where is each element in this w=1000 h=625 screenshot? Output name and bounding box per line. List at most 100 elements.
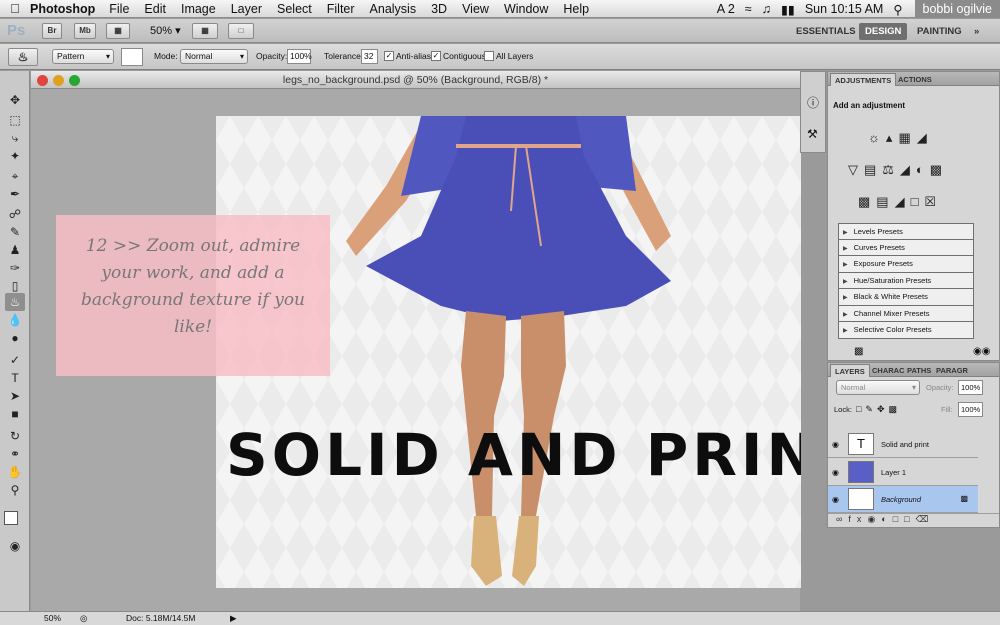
tab-paragraph[interactable]: PARAGR — [932, 364, 972, 377]
preset-exposure[interactable]: Exposure Presets — [838, 256, 974, 273]
tab-actions[interactable]: ACTIONS — [894, 73, 936, 86]
move-tool-icon[interactable]: ✥ — [5, 91, 25, 109]
workspace-design[interactable]: DESIGN — [859, 23, 908, 40]
history-brush-tool-icon[interactable]: ✑ — [5, 259, 25, 277]
blur-tool-icon[interactable]: 💧 — [5, 311, 25, 329]
layer-opacity-field[interactable]: 100% — [958, 380, 983, 395]
opacity-field[interactable]: 100% — [287, 49, 312, 64]
menu-user[interactable]: bobbi ogilvie — [914, 0, 1000, 18]
crop-tool-icon[interactable]: ⌖ — [5, 167, 25, 185]
mini-bridge-button[interactable]: Mb — [74, 23, 96, 39]
tolerance-field[interactable]: 32 — [361, 49, 378, 64]
clip-to-layer-icon[interactable]: ▩ — [854, 346, 863, 357]
visibility-eye-icon[interactable]: ◉ — [832, 468, 839, 477]
layer-style-icon[interactable]: fx — [848, 514, 867, 524]
preset-hue-saturation[interactable]: Hue/Saturation Presets — [838, 272, 974, 289]
mode-select[interactable]: Normal — [180, 49, 248, 64]
quick-mask-icon[interactable]: ◉ — [5, 537, 25, 555]
apple-icon[interactable]:  — [0, 1, 30, 16]
preset-black-white[interactable]: Black & White Presets — [838, 289, 974, 306]
3d-rotate-tool-icon[interactable]: ↻ — [5, 427, 25, 445]
path-selection-tool-icon[interactable]: ➤ — [5, 387, 25, 405]
contiguous-checkbox[interactable]: ✓ — [431, 51, 441, 61]
new-layer-icon[interactable]: □ — [904, 514, 915, 524]
magic-wand-tool-icon[interactable]: ✦ — [5, 147, 25, 165]
minimize-window-icon[interactable] — [53, 75, 64, 86]
shape-tool-icon[interactable]: ■ — [5, 405, 25, 423]
battery-icon[interactable]: ▮▮ — [781, 2, 795, 17]
preset-levels[interactable]: Levels Presets — [838, 223, 974, 240]
menu-edit[interactable]: Edit — [144, 2, 166, 16]
bridge-button[interactable]: Br — [42, 23, 62, 39]
document-title-bar[interactable]: legs_no_background.psd @ 50% (Background… — [31, 71, 800, 89]
screen-mode-button[interactable]: □ — [228, 23, 254, 39]
menu-3d[interactable]: 3D — [431, 2, 447, 16]
zoom-level-select[interactable]: 50% ▾ — [150, 24, 181, 37]
view-extras-button[interactable]: ▦ — [106, 23, 130, 39]
tab-paths[interactable]: PATHS — [903, 364, 935, 377]
layer-row-solid-and-print[interactable]: ◉ T Solid and print — [828, 431, 978, 458]
antialias-checkbox[interactable]: ✓ — [384, 51, 394, 61]
foreground-color-swatch[interactable] — [4, 511, 18, 525]
wifi-icon[interactable]: ≈ — [745, 2, 752, 16]
pen-tool-icon[interactable]: ✓ — [5, 351, 25, 369]
menu-file[interactable]: File — [109, 2, 129, 16]
paint-bucket-tool-icon[interactable]: ♨ — [5, 293, 25, 311]
lock-options-icons[interactable]: □✎✥▩ — [856, 404, 901, 415]
menu-filter[interactable]: Filter — [327, 2, 355, 16]
adjustment-icons-row1[interactable]: ☼▴▦◢ — [868, 130, 933, 146]
group-icon[interactable]: □ — [893, 514, 904, 524]
preset-channel-mixer[interactable]: Channel Mixer Presets — [838, 305, 974, 322]
volume-icon[interactable]: ♫ — [762, 2, 771, 16]
adjustment-icons-row3[interactable]: ▩▤◢□☒ — [858, 194, 942, 210]
zoom-window-icon[interactable] — [69, 75, 80, 86]
paint-bucket-preset-icon[interactable]: ♨ — [8, 48, 38, 66]
layer-blend-mode-select[interactable]: Normal — [836, 380, 920, 395]
brush-tool-icon[interactable]: ✎ — [5, 223, 25, 241]
layer-mask-icon[interactable]: ◉ — [867, 514, 881, 524]
trash-icon[interactable]: ⌫ — [916, 514, 935, 524]
adjustment-icons-row2[interactable]: ▽▤⚖◢◐▩ — [848, 162, 948, 178]
tab-adjustments[interactable]: ADJUSTMENTS — [830, 73, 897, 86]
tool-presets-panel-icon[interactable]: ⚒ — [807, 127, 818, 141]
menu-view[interactable]: View — [462, 2, 489, 16]
menu-layer[interactable]: Layer — [231, 2, 262, 16]
menu-image[interactable]: Image — [181, 2, 216, 16]
marquee-tool-icon[interactable]: ⬚ — [5, 111, 25, 129]
workspace-essentials[interactable]: ESSENTIALS — [790, 23, 862, 40]
link-layers-icon[interactable]: ∞ — [836, 514, 848, 524]
menu-select[interactable]: Select — [277, 2, 312, 16]
preset-curves[interactable]: Curves Presets — [838, 239, 974, 256]
layer-row-layer-1[interactable]: ◉ Layer 1 — [828, 459, 978, 486]
adjustment-layer-icon[interactable]: ◐ — [881, 514, 892, 524]
visibility-eye-icon[interactable]: ◉ — [832, 495, 839, 504]
layer-fill-field[interactable]: 100% — [958, 402, 983, 417]
pattern-swatch[interactable] — [121, 48, 143, 66]
menu-clock[interactable]: Sun 10:15 AM — [805, 2, 884, 16]
status-zoom[interactable]: 50% — [44, 612, 61, 625]
visibility-eye-icon[interactable]: ◉ — [832, 440, 839, 449]
more-workspaces-button[interactable]: » — [968, 23, 985, 40]
healing-brush-tool-icon[interactable]: ☍ — [5, 205, 25, 223]
lasso-tool-icon[interactable]: ⤷ — [5, 129, 25, 147]
all-layers-checkbox[interactable] — [484, 51, 494, 61]
workspace-painting[interactable]: PAINTING — [911, 23, 968, 40]
arrange-documents-button[interactable]: ▦ — [192, 23, 218, 39]
panel-options-icon[interactable]: ◉◉ — [973, 346, 990, 357]
menu-window[interactable]: Window — [504, 2, 548, 16]
status-menu-arrow-icon[interactable]: ▶ — [230, 612, 237, 625]
menu-app-name[interactable]: Photoshop — [30, 2, 95, 16]
close-window-icon[interactable] — [37, 75, 48, 86]
dodge-tool-icon[interactable]: ● — [5, 329, 25, 347]
fill-source-select[interactable]: Pattern — [52, 49, 114, 64]
preset-selective-color[interactable]: Selective Color Presets — [838, 322, 974, 339]
adobe-updater-icon[interactable]: A 2 — [717, 2, 735, 16]
eyedropper-tool-icon[interactable]: ✒ — [5, 185, 25, 203]
layer-row-background[interactable]: ◉ Background ▩ — [828, 486, 978, 513]
type-tool-icon[interactable]: T — [5, 369, 25, 387]
tab-layers[interactable]: LAYERS — [830, 364, 870, 377]
status-info-icon[interactable]: ◎ — [80, 612, 87, 625]
menu-analysis[interactable]: Analysis — [370, 2, 417, 16]
menu-help[interactable]: Help — [563, 2, 589, 16]
zoom-tool-icon[interactable]: ⚲ — [5, 481, 25, 499]
